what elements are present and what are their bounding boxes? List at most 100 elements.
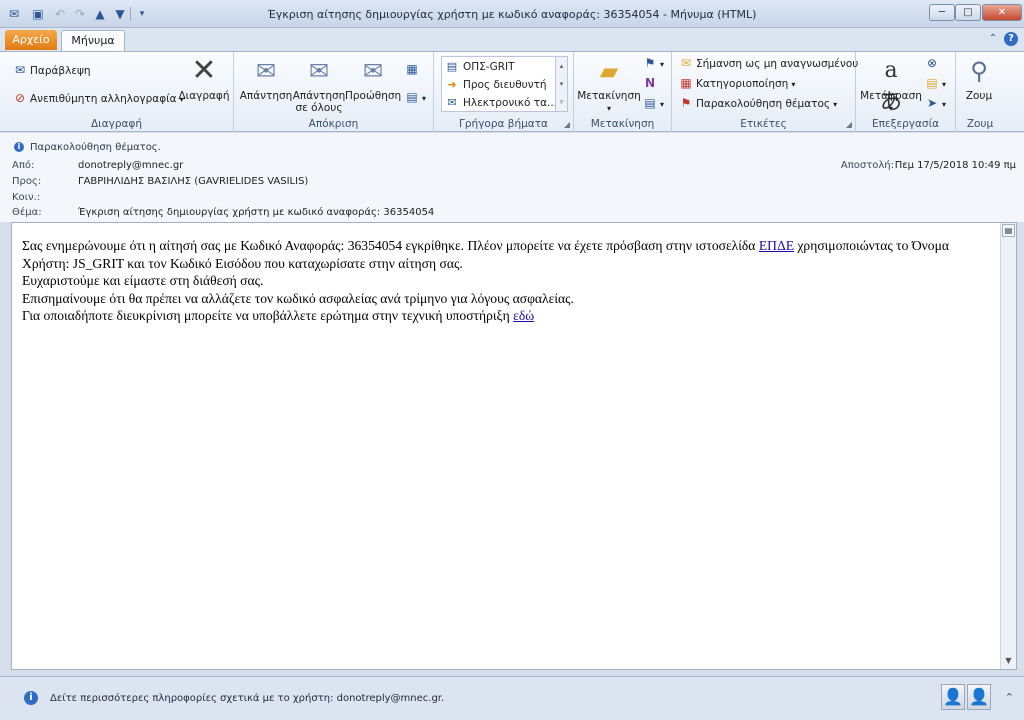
save-icon[interactable]: ▣ bbox=[30, 6, 46, 22]
support-link[interactable]: εδώ bbox=[513, 308, 534, 323]
onenote-button[interactable]: N bbox=[642, 74, 660, 92]
related-dropdown-icon: ▾ bbox=[942, 80, 947, 89]
ignore-button[interactable]: ✉ Παράβλεψη bbox=[12, 61, 91, 79]
translate-label: Μετάφραση bbox=[860, 90, 922, 102]
delete-button[interactable]: ✕ Διαγραφή bbox=[176, 55, 232, 103]
vertical-scrollbar[interactable]: ▤ ▼ bbox=[1000, 223, 1016, 669]
body-paragraph-1: Σας ενημερώνουμε ότι η αίτησή σας με Κωδ… bbox=[22, 237, 997, 272]
expand-people-pane-icon[interactable]: ⌃ bbox=[1005, 691, 1014, 704]
quickstep-item-ops-grit[interactable]: ▤ ΟΠΣ-GRIT bbox=[444, 58, 515, 75]
avatar[interactable]: 👤 bbox=[941, 684, 965, 710]
tab-file[interactable]: Αρχείο bbox=[5, 30, 57, 50]
people-pane: i Δείτε περισσότερες πληροφορίες σχετικά … bbox=[0, 676, 1024, 720]
flag-icon: ⚑ bbox=[680, 96, 692, 110]
customize-qat-icon[interactable]: ▾ bbox=[134, 6, 150, 22]
from-label: Από: bbox=[12, 160, 35, 171]
to-value[interactable]: ΓΑΒΡΙΗΛΙΔΗΣ ΒΑΣΙΛΗΣ (GAVRIELIDES VASILIS… bbox=[78, 176, 308, 187]
email-icon: ✉ bbox=[447, 96, 457, 109]
to-label: Προς: bbox=[12, 176, 42, 187]
subject-value: Έγκριση αίτησης δημιουργίας χρήστη με κω… bbox=[78, 207, 435, 218]
outlook-mail-icon: ✉ bbox=[8, 7, 20, 21]
move-button[interactable]: ▰ Μετακίνηση ▾ bbox=[576, 55, 642, 115]
quickstep-label: Ηλεκτρονικό τα... bbox=[463, 97, 558, 109]
people-info-text: Δείτε περισσότερες πληροφορίες σχετικά μ… bbox=[50, 693, 445, 704]
ignore-icon: ✉ bbox=[14, 63, 26, 77]
quickstep-item-to-manager[interactable]: ➜ Προς διευθυντή bbox=[444, 76, 547, 93]
ribbon: ✉ Παράβλεψη ⊘ Ανεπιθύμητη αλληλογραφία ▾ ✕ … bbox=[0, 51, 1024, 132]
junk-button[interactable]: ⊘ Ανεπιθύμητη αλληλογραφία ▾ bbox=[12, 89, 184, 107]
tags-group-label: Ετικέτες bbox=[740, 118, 787, 130]
junk-icon: ⊘ bbox=[14, 91, 26, 105]
undo-icon[interactable]: ↶ bbox=[52, 6, 68, 22]
quicksteps-launcher-icon[interactable]: ◢ bbox=[564, 120, 570, 129]
rules-dropdown-icon: ▾ bbox=[660, 60, 665, 69]
select-button[interactable]: ➤ ▾ bbox=[924, 94, 946, 112]
zoom-group: ⚲ Ζουμ Ζουμ bbox=[956, 52, 1004, 132]
help-icon[interactable]: ? bbox=[1004, 32, 1018, 46]
move-dropdown-icon: ▾ bbox=[606, 104, 611, 113]
categorize-icon: ▦ bbox=[680, 76, 692, 90]
cursor-icon: ➤ bbox=[926, 96, 938, 110]
zoom-label: Ζουμ bbox=[965, 90, 993, 102]
reply-all-button[interactable]: ✉ Απάντηση σε όλους bbox=[291, 55, 347, 114]
redo-icon[interactable]: ↷ bbox=[72, 6, 88, 22]
close-button[interactable]: ✕ bbox=[982, 4, 1022, 21]
find-button[interactable]: ⊗ bbox=[924, 54, 942, 72]
follow-up-button[interactable]: ⚑ Παρακολούθηση θέματος ▾ bbox=[678, 94, 837, 112]
reply-all-icon: ✉ bbox=[308, 57, 330, 85]
quickstep-label: Προς διευθυντή bbox=[463, 79, 547, 91]
related-button[interactable]: ▤ ▾ bbox=[924, 74, 946, 92]
sent-value: Πεμ 17/5/2018 10:49 πμ bbox=[894, 160, 1016, 171]
reply-button[interactable]: ✉ Απάντηση bbox=[238, 55, 294, 102]
tags-launcher-icon[interactable]: ◢ bbox=[846, 120, 852, 129]
translate-button[interactable]: aあ Μετάφραση ▾ bbox=[858, 55, 924, 115]
next-item-icon[interactable]: ▼ bbox=[112, 6, 128, 22]
forward-label: Προώθηση bbox=[345, 90, 402, 102]
scroll-up-button[interactable]: ▤ bbox=[1002, 224, 1015, 237]
quicksteps-scroll[interactable]: ▴ ▾ ▿ bbox=[555, 57, 567, 111]
mark-unread-label: Σήμανση ως μη αναγνωσμένου bbox=[696, 58, 859, 70]
sent-label: Αποστολή: bbox=[840, 160, 894, 171]
body-paragraph-2: Ευχαριστούμε και είμαστε στη διάθεσή σας… bbox=[22, 273, 264, 288]
more-respond-button[interactable]: ▤ ▾ bbox=[404, 88, 426, 106]
message-header: i Παρακολούθηση θέματος. Από: donotreply@… bbox=[0, 133, 1024, 222]
zoom-group-label: Ζουμ bbox=[966, 118, 994, 130]
meeting-button[interactable]: ▦ bbox=[404, 60, 422, 78]
maximize-button[interactable]: □ bbox=[955, 4, 981, 21]
tab-message[interactable]: Μήνυμα bbox=[61, 30, 125, 52]
title-bar: ✉ ▣ ↶ ↷ ▲ ▼ ▾ Έγκριση αίτησης δημιουργία… bbox=[0, 0, 1024, 28]
reply-all-label-line2: σε όλους bbox=[295, 102, 343, 114]
junk-label: Ανεπιθύμητη αλληλογραφία bbox=[30, 93, 177, 105]
zoom-button[interactable]: ⚲ Ζουμ bbox=[956, 55, 1002, 102]
respond-group-label: Απόκριση bbox=[308, 118, 359, 130]
avatar[interactable]: 👤 bbox=[967, 684, 991, 710]
rules-button[interactable]: ⚑ ▾ bbox=[642, 54, 664, 72]
minimize-ribbon-icon[interactable]: ⌃ bbox=[986, 33, 1000, 47]
mark-unread-button[interactable]: ✉ Σήμανση ως μη αναγνωσμένου bbox=[678, 54, 858, 72]
move-folder-icon: ▰ bbox=[599, 57, 619, 85]
categorize-button[interactable]: ▦ Κατηγοριοποίηση ▾ bbox=[678, 74, 795, 92]
minimize-button[interactable]: ─ bbox=[929, 4, 955, 21]
subject-label: Θέμα: bbox=[12, 207, 42, 218]
reply-label: Απάντηση bbox=[239, 90, 293, 102]
epde-link[interactable]: ΕΠΔΕ bbox=[759, 238, 794, 253]
message-body: Σας ενημερώνουμε ότι η αίτησή σας με Κωδ… bbox=[11, 222, 1017, 670]
from-value[interactable]: donotreply@mnec.gr bbox=[78, 160, 183, 171]
select-dropdown-icon: ▾ bbox=[942, 100, 947, 109]
move-group: ▰ Μετακίνηση ▾ ⚑ ▾ N ▤ ▾ Μετακίνηση bbox=[574, 52, 672, 132]
info-text: Παρακολούθηση θέματος. bbox=[30, 142, 161, 153]
binoculars-icon: ⊗ bbox=[926, 56, 938, 70]
forward-button[interactable]: ✉ Προώθηση bbox=[345, 55, 401, 102]
info-bar[interactable]: i Παρακολούθηση θέματος. bbox=[14, 142, 161, 153]
more-respond-dropdown-icon: ▾ bbox=[422, 94, 427, 103]
delete-group: ✉ Παράβλεψη ⊘ Ανεπιθύμητη αλληλογραφία ▾ ✕ … bbox=[0, 52, 234, 132]
categorize-dropdown-icon: ▾ bbox=[791, 80, 796, 89]
quickstep-item-email[interactable]: ✉ Ηλεκτρονικό τα... bbox=[444, 94, 557, 111]
respond-group: ✉ Απάντηση ✉ Απάντηση σε όλους ✉ Προώθησ… bbox=[234, 52, 434, 132]
delete-group-label: Διαγραφή bbox=[90, 118, 143, 130]
actions-button[interactable]: ▤ ▾ bbox=[642, 94, 664, 112]
scroll-down-button[interactable]: ▼ bbox=[1002, 654, 1015, 667]
previous-item-icon[interactable]: ▲ bbox=[92, 6, 108, 22]
editing-group-label: Επεξεργασία bbox=[871, 118, 940, 130]
people-info[interactable]: i Δείτε περισσότερες πληροφορίες σχετικά … bbox=[24, 691, 444, 705]
